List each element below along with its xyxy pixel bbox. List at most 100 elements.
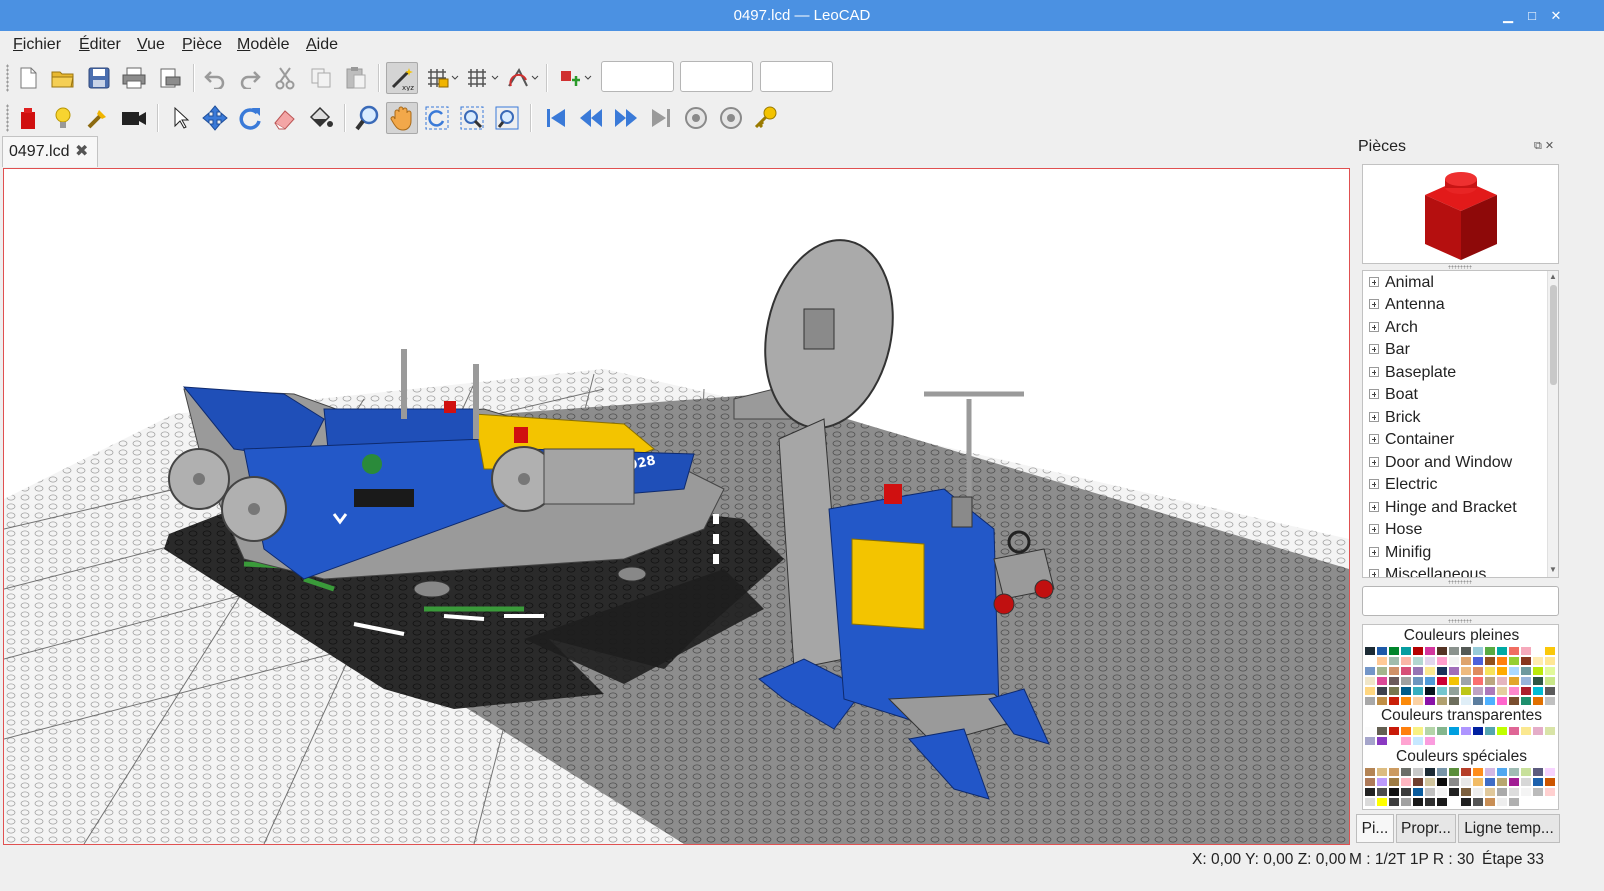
special-color-swatch[interactable] bbox=[1508, 767, 1520, 777]
tree-item-bar[interactable]: Bar bbox=[1369, 339, 1410, 361]
expand-icon[interactable] bbox=[1369, 412, 1379, 422]
solid-color-swatch[interactable] bbox=[1532, 666, 1544, 676]
panel-float-close-controls[interactable]: ⧉ ✕ bbox=[1534, 139, 1554, 153]
tree-item-container[interactable]: Container bbox=[1369, 429, 1454, 451]
solid-color-swatch[interactable] bbox=[1448, 696, 1460, 706]
solid-color-swatch[interactable] bbox=[1364, 696, 1376, 706]
special-color-swatch[interactable] bbox=[1472, 777, 1484, 787]
tree-item-minifig[interactable]: Minifig bbox=[1369, 542, 1431, 564]
special-color-swatch[interactable] bbox=[1496, 787, 1508, 797]
special-color-swatch[interactable] bbox=[1388, 777, 1400, 787]
solid-color-swatch[interactable] bbox=[1508, 656, 1520, 666]
special-color-swatch[interactable] bbox=[1520, 787, 1532, 797]
special-color-swatch[interactable] bbox=[1364, 767, 1376, 777]
splitter-handle[interactable] bbox=[1448, 619, 1472, 623]
solid-color-swatch[interactable] bbox=[1496, 686, 1508, 696]
solid-color-swatch[interactable] bbox=[1472, 686, 1484, 696]
transparent-color-swatch[interactable] bbox=[1388, 736, 1400, 746]
solid-color-swatch[interactable] bbox=[1460, 676, 1472, 686]
solid-color-swatch[interactable] bbox=[1400, 696, 1412, 706]
expand-icon[interactable] bbox=[1369, 457, 1379, 467]
piece-category-tree[interactable]: Animal Antenna Arch Bar Baseplate Boat B… bbox=[1362, 270, 1559, 578]
solid-color-swatch[interactable] bbox=[1364, 676, 1376, 686]
transparent-color-swatch[interactable] bbox=[1400, 736, 1412, 746]
solid-color-swatch[interactable] bbox=[1388, 666, 1400, 676]
solid-color-swatch[interactable] bbox=[1376, 646, 1388, 656]
solid-color-swatch[interactable] bbox=[1484, 696, 1496, 706]
solid-color-swatch[interactable] bbox=[1544, 696, 1556, 706]
paste-button[interactable] bbox=[340, 62, 372, 94]
menu-fichier[interactable]: Fichier bbox=[13, 36, 61, 54]
expand-icon[interactable] bbox=[1369, 299, 1379, 309]
solid-color-swatch[interactable] bbox=[1400, 656, 1412, 666]
special-color-swatch[interactable] bbox=[1532, 777, 1544, 787]
solid-color-swatch[interactable] bbox=[1460, 666, 1472, 676]
solid-color-swatch[interactable] bbox=[1520, 676, 1532, 686]
transparent-color-swatch[interactable] bbox=[1508, 726, 1520, 736]
solid-color-swatch[interactable] bbox=[1412, 656, 1424, 666]
transform-dropdown[interactable] bbox=[556, 62, 594, 94]
solid-color-grid[interactable] bbox=[1364, 646, 1556, 706]
transparent-color-swatch[interactable] bbox=[1520, 726, 1532, 736]
special-color-swatch[interactable] bbox=[1436, 777, 1448, 787]
solid-color-swatch[interactable] bbox=[1496, 656, 1508, 666]
solid-color-swatch[interactable] bbox=[1436, 656, 1448, 666]
solid-color-swatch[interactable] bbox=[1508, 676, 1520, 686]
special-color-swatch[interactable] bbox=[1376, 797, 1388, 807]
transform-y-input[interactable] bbox=[680, 61, 753, 92]
tree-item-animal[interactable]: Animal bbox=[1369, 272, 1434, 294]
solid-color-swatch[interactable] bbox=[1436, 666, 1448, 676]
insert-brick-button[interactable] bbox=[12, 102, 44, 134]
special-color-swatch[interactable] bbox=[1400, 787, 1412, 797]
special-color-swatch[interactable] bbox=[1460, 787, 1472, 797]
transform-z-input[interactable] bbox=[760, 61, 833, 92]
solid-color-swatch[interactable] bbox=[1472, 656, 1484, 666]
transparent-color-swatch[interactable] bbox=[1376, 736, 1388, 746]
tree-item-antenna[interactable]: Antenna bbox=[1369, 294, 1445, 316]
special-color-swatch[interactable] bbox=[1412, 767, 1424, 777]
special-color-swatch[interactable] bbox=[1472, 797, 1484, 807]
special-color-swatch[interactable] bbox=[1532, 767, 1544, 777]
special-color-swatch[interactable] bbox=[1484, 767, 1496, 777]
solid-color-swatch[interactable] bbox=[1424, 696, 1436, 706]
scroll-up-icon[interactable]: ▲ bbox=[1549, 272, 1557, 281]
tree-item-hose[interactable]: Hose bbox=[1369, 519, 1422, 541]
special-color-swatch[interactable] bbox=[1508, 777, 1520, 787]
special-color-swatch[interactable] bbox=[1436, 797, 1448, 807]
special-color-swatch[interactable] bbox=[1544, 767, 1556, 777]
special-color-swatch[interactable] bbox=[1544, 777, 1556, 787]
expand-icon[interactable] bbox=[1369, 569, 1379, 577]
solid-color-swatch[interactable] bbox=[1508, 666, 1520, 676]
special-color-swatch[interactable] bbox=[1496, 777, 1508, 787]
special-color-swatch[interactable] bbox=[1448, 797, 1460, 807]
special-color-swatch[interactable] bbox=[1544, 787, 1556, 797]
remove-step-button[interactable] bbox=[715, 102, 747, 134]
tree-item-brick[interactable]: Brick bbox=[1369, 407, 1421, 429]
special-color-swatch[interactable] bbox=[1472, 767, 1484, 777]
solid-color-swatch[interactable] bbox=[1520, 646, 1532, 656]
transparent-color-swatch[interactable] bbox=[1412, 726, 1424, 736]
splitter-handle[interactable] bbox=[1448, 580, 1472, 584]
solid-color-swatch[interactable] bbox=[1376, 676, 1388, 686]
expand-icon[interactable] bbox=[1369, 344, 1379, 354]
special-color-swatch[interactable] bbox=[1364, 797, 1376, 807]
special-color-swatch[interactable] bbox=[1400, 767, 1412, 777]
insert-step-button[interactable] bbox=[680, 102, 712, 134]
tree-item-baseplate[interactable]: Baseplate bbox=[1369, 362, 1456, 384]
special-color-swatch[interactable] bbox=[1424, 787, 1436, 797]
solid-color-swatch[interactable] bbox=[1424, 666, 1436, 676]
open-file-button[interactable] bbox=[47, 62, 79, 94]
paint-tool-button[interactable] bbox=[305, 102, 337, 134]
special-color-swatch[interactable] bbox=[1364, 787, 1376, 797]
copy-button[interactable] bbox=[305, 62, 337, 94]
next-step-button[interactable] bbox=[610, 102, 642, 134]
solid-color-swatch[interactable] bbox=[1376, 686, 1388, 696]
solid-color-swatch[interactable] bbox=[1532, 646, 1544, 656]
solid-color-swatch[interactable] bbox=[1484, 656, 1496, 666]
special-color-swatch[interactable] bbox=[1496, 767, 1508, 777]
special-color-swatch[interactable] bbox=[1472, 787, 1484, 797]
special-color-swatch[interactable] bbox=[1400, 797, 1412, 807]
solid-color-swatch[interactable] bbox=[1508, 696, 1520, 706]
transparent-color-swatch[interactable] bbox=[1484, 726, 1496, 736]
new-file-button[interactable] bbox=[12, 62, 44, 94]
